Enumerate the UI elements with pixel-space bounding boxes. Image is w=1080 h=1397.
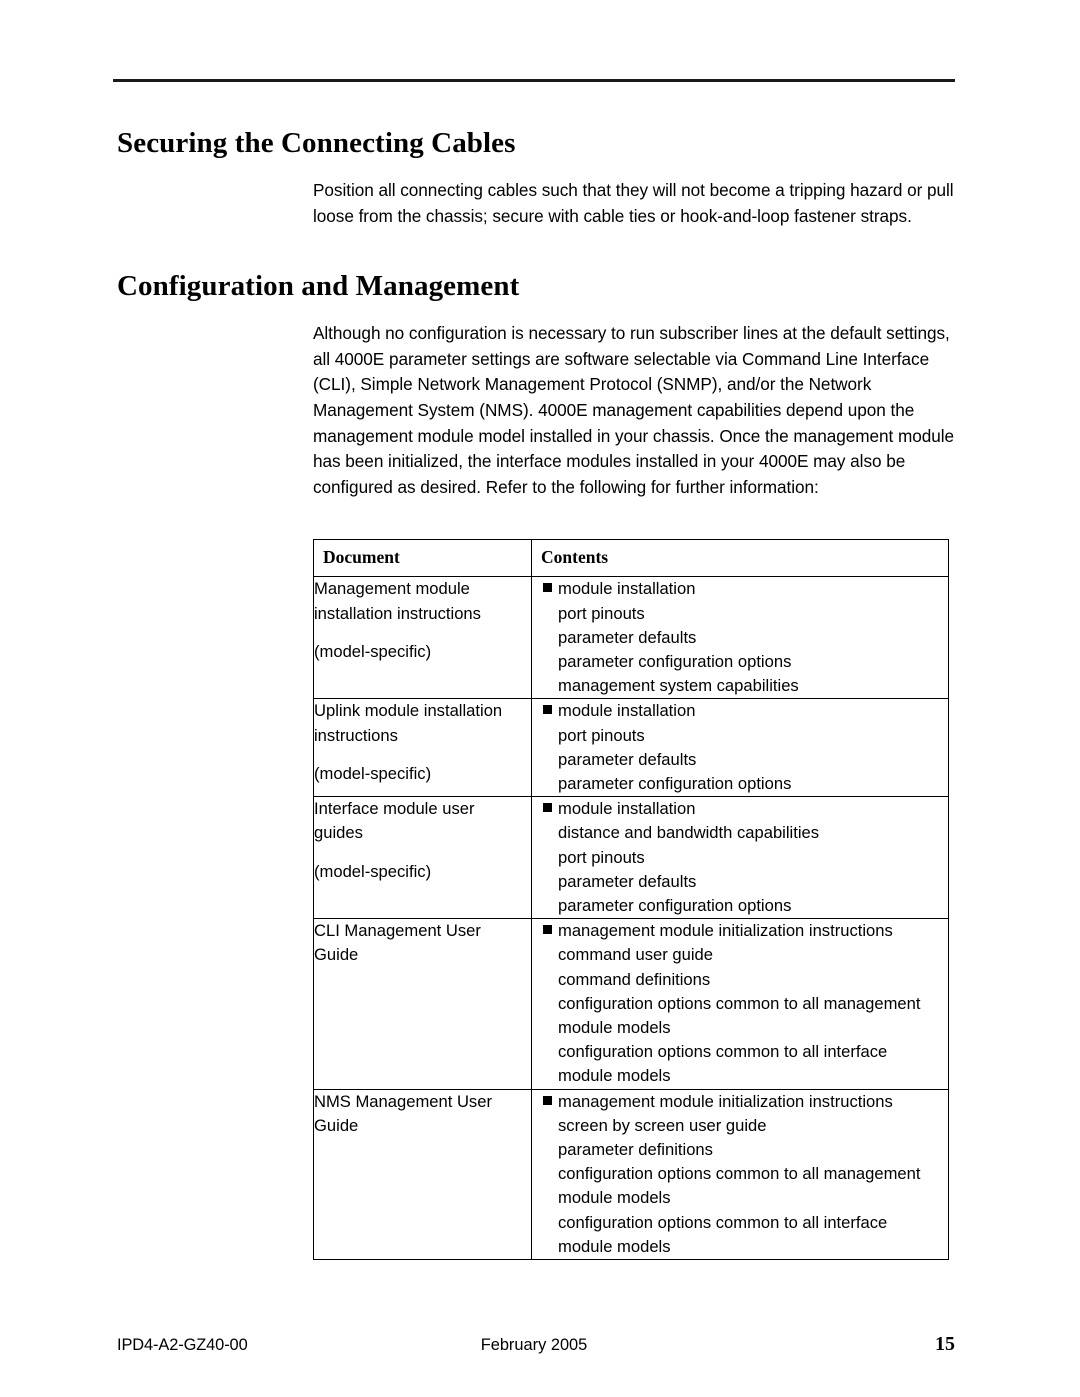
table-row: NMS Management User Guide management modul… [313,1088,949,1261]
contents-item: command definitions [558,969,711,989]
table-cell-document: Interface module user guides (model-specif… [313,796,532,920]
document-note-spacer [314,626,531,640]
contents-item: parameter configuration options [558,895,792,915]
square-bullet-glyph [543,705,552,715]
document-line: instructions [314,725,398,745]
section-securing-cables: Securing the Connecting Cables Position … [113,126,955,229]
contents-item: parameter definitions [558,1140,713,1160]
contents-item: management system capabilities [558,676,799,696]
document-note: (model-specific) [314,763,432,783]
contents-bullet-group: module installation distance and bandwidt… [532,797,948,918]
body-paragraph: Although no configuration is necessary t… [313,323,955,497]
document-line: Interface module user [314,799,475,819]
contents-lines: management module initialization instruc… [558,919,948,1088]
table-cell-contents: management module initialization instruc… [531,1088,949,1261]
contents-item: parameter configuration options [558,773,792,793]
table-header-row: Document Contents [313,539,949,578]
table-row: CLI Management User Guide management modul… [313,918,949,1090]
contents-item: module installation [558,701,696,721]
contents-bullet-group: management module initialization instruc… [532,1090,948,1259]
square-bullet-glyph [543,925,552,935]
contents-item: module installation [558,799,696,819]
document-note: (model-specific) [314,861,432,881]
square-bullet-icon [532,699,558,723]
document-note-spacer [314,846,531,860]
contents-item: module installation [558,579,696,599]
square-bullet-icon [532,919,558,943]
contents-item: parameter defaults [558,871,697,891]
document-note-spacer [314,748,531,762]
table-cell-document: Uplink module installation instructions (m… [313,698,532,798]
table-cell-contents: management module initialization instruc… [531,918,949,1090]
body-paragraph: Position all connecting cables such that… [313,180,954,226]
page-content: Securing the Connecting Cables Position … [113,126,955,1261]
square-bullet-glyph [543,803,552,813]
footer-date: February 2005 [480,1336,588,1354]
contents-item: configuration options common to all mana… [558,1164,921,1208]
document-line: NMS Management User [314,1091,492,1111]
column-header-document: Document [313,539,532,578]
contents-item: configuration options common to all inte… [558,1042,888,1086]
square-bullet-icon [532,577,558,601]
contents-item: configuration options common to all mana… [558,993,921,1037]
table-cell-contents: module installation port pinouts parameter… [531,698,949,798]
document-note: (model-specific) [314,641,432,661]
contents-lines: management module initialization instruc… [558,1090,948,1259]
table-cell-contents: module installation port pinouts parameter… [531,576,949,700]
table-body: Management module installation instructio… [313,576,949,1261]
section-body: Position all connecting cables such that… [313,178,958,229]
header-rule [113,79,955,82]
contents-item: management module initialization instruc… [558,921,893,941]
page-footer: IPD4-A2-GZ40-00 February 2005 15 [113,1333,955,1360]
contents-bullet-group: module installation port pinouts parameter… [532,577,948,698]
contents-item: command user guide [558,945,713,965]
contents-item: parameter defaults [558,627,697,647]
section-heading: Securing the Connecting Cables [117,127,516,159]
contents-item: parameter defaults [558,749,697,769]
contents-bullet-group: module installation port pinouts parameter… [532,699,948,796]
footer-page-number: 15 [935,1333,955,1355]
column-header-contents: Contents [531,539,949,578]
contents-item: management module initialization instruc… [558,1091,893,1111]
square-bullet-icon [532,797,558,821]
contents-item: configuration options common to all inte… [558,1212,888,1256]
table-gap [113,500,955,539]
square-bullet-glyph [543,583,552,593]
square-bullet-glyph [543,1095,552,1105]
contents-item: parameter configuration options [558,651,792,671]
document-line: installation instructions [314,603,481,623]
contents-item: port pinouts [558,603,645,623]
table-row: Uplink module installation instructions (m… [313,698,949,798]
contents-lines: module installation port pinouts parameter… [558,699,948,796]
document-contents-table: Document Contents Management module insta… [313,539,949,1261]
table-cell-document: Management module installation instructio… [313,576,532,700]
contents-item: screen by screen user guide [558,1115,767,1135]
table-row: Management module installation instructio… [313,576,949,700]
contents-item: distance and bandwidth capabilities [558,823,820,843]
table-cell-contents: module installation distance and bandwidt… [531,796,949,920]
contents-item: port pinouts [558,847,645,867]
document-page: Securing the Connecting Cables Position … [0,0,1080,1397]
section-heading: Configuration and Management [117,270,520,303]
document-line: Guide [314,1115,359,1135]
section-body: Although no configuration is necessary t… [313,321,958,500]
document-line: CLI Management User [314,921,481,941]
document-line: Guide [314,945,359,965]
document-line: Management module [314,579,470,599]
section-configuration-management: Configuration and Management Although no… [113,269,955,500]
document-line: Uplink module installation [314,701,503,721]
table-header: Document Contents [313,539,949,578]
table-row: Interface module user guides (model-specif… [313,796,949,920]
document-line: guides [314,823,363,843]
contents-item: port pinouts [558,725,645,745]
contents-bullet-group: management module initialization instruc… [532,919,948,1088]
contents-lines: module installation distance and bandwidt… [558,797,948,918]
table-cell-document: CLI Management User Guide [313,918,532,1090]
contents-lines: module installation port pinouts parameter… [558,577,948,698]
table-cell-document: NMS Management User Guide [313,1088,532,1261]
square-bullet-icon [532,1090,558,1114]
